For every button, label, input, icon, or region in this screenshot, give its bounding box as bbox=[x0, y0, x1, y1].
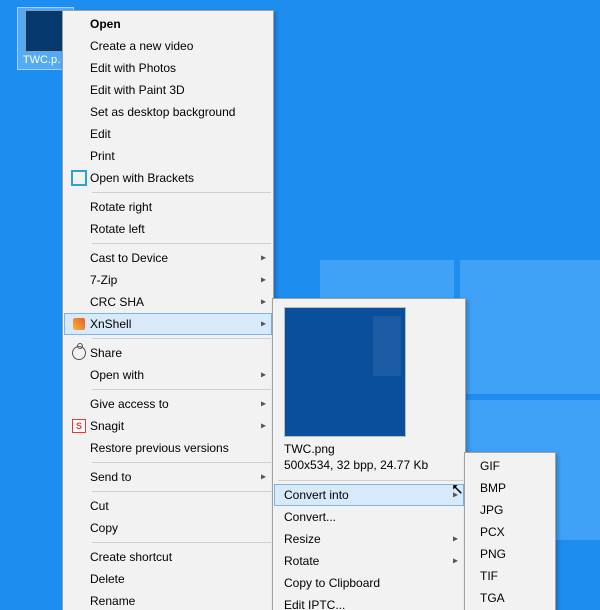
separator bbox=[92, 338, 271, 339]
chevron-right-icon: ▸ bbox=[453, 490, 458, 501]
menu-rotate-right[interactable]: Rotate right bbox=[64, 196, 272, 218]
menu-open-with[interactable]: Open with▸ bbox=[64, 364, 272, 386]
chevron-right-icon: ▸ bbox=[261, 253, 266, 264]
menu-7zip[interactable]: 7-Zip▸ bbox=[64, 269, 272, 291]
menu-rename[interactable]: Rename bbox=[64, 590, 272, 610]
format-gif[interactable]: GIF bbox=[466, 455, 554, 477]
chevron-right-icon: ▸ bbox=[261, 472, 266, 483]
format-jpg[interactable]: JPG bbox=[466, 499, 554, 521]
format-tif[interactable]: TIF bbox=[466, 565, 554, 587]
format-pcx[interactable]: PCX bbox=[466, 521, 554, 543]
chevron-right-icon: ▸ bbox=[453, 556, 458, 567]
menu-edit-iptc[interactable]: Edit IPTC... bbox=[274, 594, 464, 610]
menu-edit[interactable]: Edit bbox=[64, 123, 272, 145]
menu-copy-clipboard[interactable]: Copy to Clipboard bbox=[274, 572, 464, 594]
separator bbox=[92, 462, 271, 463]
brackets-icon bbox=[68, 170, 90, 186]
menu-open-brackets[interactable]: Open with Brackets bbox=[64, 167, 272, 189]
preview-info: 500x534, 32 bpp, 24.77 Kb bbox=[284, 457, 454, 473]
chevron-right-icon: ▸ bbox=[261, 370, 266, 381]
chevron-right-icon: ▸ bbox=[261, 275, 266, 286]
menu-cast[interactable]: Cast to Device▸ bbox=[64, 247, 272, 269]
menu-xnshell[interactable]: XnShell▸ bbox=[64, 313, 272, 335]
chevron-right-icon: ▸ bbox=[453, 534, 458, 545]
chevron-right-icon: ▸ bbox=[261, 399, 266, 410]
format-tga[interactable]: TGA bbox=[466, 587, 554, 609]
submenu-xnshell: TWC.png 500x534, 32 bpp, 24.77 Kb Conver… bbox=[272, 298, 466, 610]
menu-create-shortcut[interactable]: Create shortcut bbox=[64, 546, 272, 568]
xnshell-icon bbox=[68, 316, 90, 332]
menu-print[interactable]: Print bbox=[64, 145, 272, 167]
chevron-right-icon: ▸ bbox=[261, 319, 266, 330]
menu-share[interactable]: Share bbox=[64, 342, 272, 364]
separator bbox=[278, 480, 463, 481]
menu-send-to[interactable]: Send to▸ bbox=[64, 466, 272, 488]
menu-convert-into[interactable]: Convert into▸ bbox=[274, 484, 464, 506]
format-bmp[interactable]: BMP bbox=[466, 477, 554, 499]
context-menu-main: Open Create a new video Edit with Photos… bbox=[62, 10, 274, 610]
menu-snagit[interactable]: SSnagit▸ bbox=[64, 415, 272, 437]
file-thumbnail bbox=[25, 10, 67, 52]
menu-rotate-left[interactable]: Rotate left bbox=[64, 218, 272, 240]
format-png[interactable]: PNG bbox=[466, 543, 554, 565]
separator bbox=[92, 243, 271, 244]
menu-cut[interactable]: Cut bbox=[64, 495, 272, 517]
menu-convert[interactable]: Convert... bbox=[274, 506, 464, 528]
preview-image bbox=[284, 307, 406, 437]
separator bbox=[92, 389, 271, 390]
preview-filename: TWC.png bbox=[284, 441, 454, 457]
menu-edit-photos[interactable]: Edit with Photos bbox=[64, 57, 272, 79]
submenu-convert-formats: GIF BMP JPG PCX PNG TIF TGA bbox=[464, 452, 556, 610]
separator bbox=[92, 192, 271, 193]
menu-open[interactable]: Open bbox=[64, 13, 272, 35]
separator bbox=[92, 491, 271, 492]
share-icon bbox=[68, 345, 90, 361]
menu-resize[interactable]: Resize▸ bbox=[274, 528, 464, 550]
menu-give-access[interactable]: Give access to▸ bbox=[64, 393, 272, 415]
menu-edit-paint3d[interactable]: Edit with Paint 3D bbox=[64, 79, 272, 101]
menu-create-video[interactable]: Create a new video bbox=[64, 35, 272, 57]
chevron-right-icon: ▸ bbox=[261, 421, 266, 432]
menu-copy[interactable]: Copy bbox=[64, 517, 272, 539]
snagit-icon: S bbox=[68, 418, 90, 434]
menu-set-background[interactable]: Set as desktop background bbox=[64, 101, 272, 123]
chevron-right-icon: ▸ bbox=[261, 297, 266, 308]
separator bbox=[92, 542, 271, 543]
xnshell-preview: TWC.png 500x534, 32 bpp, 24.77 Kb bbox=[274, 301, 464, 477]
menu-rotate[interactable]: Rotate▸ bbox=[274, 550, 464, 572]
menu-crc-sha[interactable]: CRC SHA▸ bbox=[64, 291, 272, 313]
menu-restore-prev[interactable]: Restore previous versions bbox=[64, 437, 272, 459]
menu-delete[interactable]: Delete bbox=[64, 568, 272, 590]
